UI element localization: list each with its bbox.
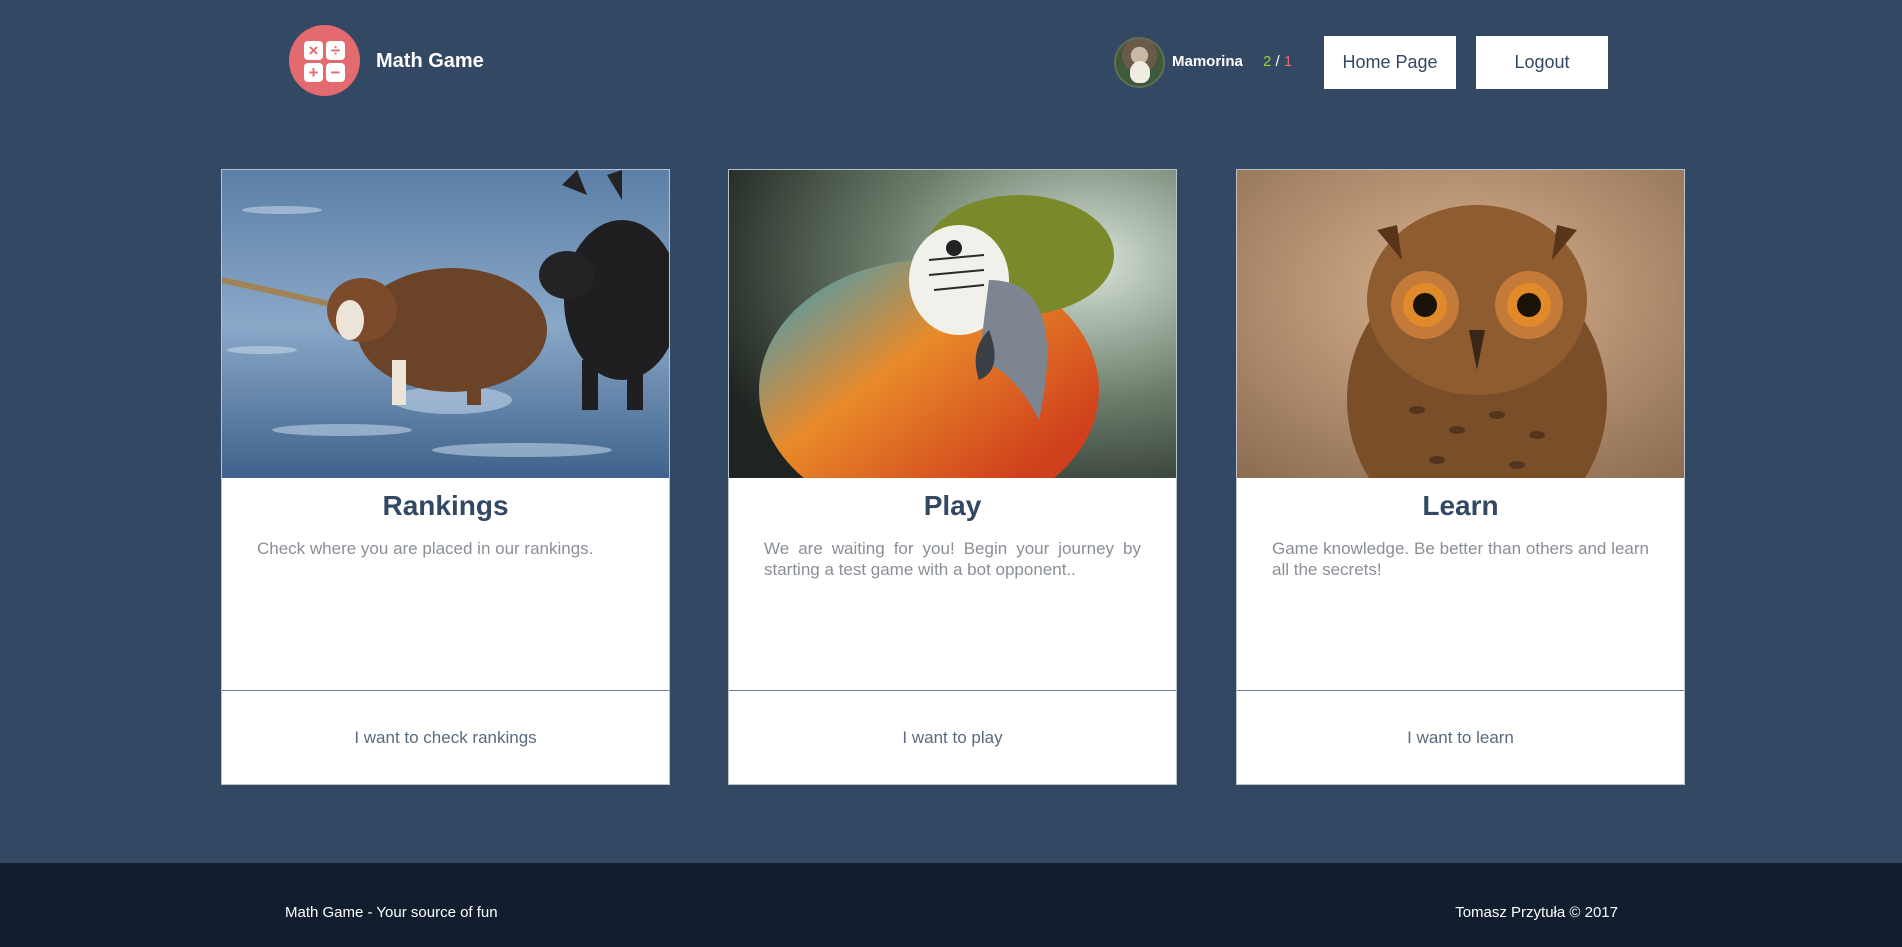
card-play: Play We are waiting for you! Begin your … bbox=[728, 169, 1177, 785]
header: × ÷ + − Math Game Mamorina 2 / 1 Home Pa… bbox=[0, 0, 1902, 126]
footer: Math Game - Your source of fun Tomasz Pr… bbox=[0, 863, 1902, 947]
avatar[interactable] bbox=[1114, 37, 1165, 88]
macaw-parrot-image bbox=[729, 170, 1176, 478]
footer-copyright: Tomasz Przytuła © 2017 bbox=[1455, 904, 1618, 921]
card-title: Play bbox=[923, 490, 982, 521]
card-rankings: Rankings Check where you are placed in o… bbox=[221, 169, 670, 785]
plus-icon: + bbox=[304, 63, 323, 82]
calculator-logo-icon[interactable]: × ÷ + − bbox=[289, 25, 360, 96]
username: Mamorina bbox=[1172, 53, 1243, 70]
app-title[interactable]: Math Game bbox=[376, 50, 484, 73]
learn-link[interactable]: I want to learn bbox=[1237, 691, 1684, 784]
logo-grid: × ÷ + − bbox=[304, 41, 345, 82]
card-title: Rankings bbox=[382, 490, 509, 521]
footer-tagline: Math Game - Your source of fun bbox=[285, 904, 498, 921]
home-page-button[interactable]: Home Page bbox=[1324, 36, 1456, 89]
owl-image bbox=[1237, 170, 1684, 478]
card-title: Learn bbox=[1422, 490, 1499, 521]
logout-button[interactable]: Logout bbox=[1476, 36, 1608, 89]
score-separator: / bbox=[1275, 53, 1280, 70]
card-learn: Learn Game knowledge. Be better than oth… bbox=[1236, 169, 1685, 785]
score: 2 / 1 bbox=[1263, 53, 1292, 70]
card-description: We are waiting for you! Begin your journ… bbox=[764, 539, 1141, 579]
dogs-in-water-image bbox=[222, 170, 669, 478]
divide-icon: ÷ bbox=[326, 41, 345, 60]
score-lost: 1 bbox=[1283, 53, 1293, 70]
multiply-icon: × bbox=[304, 41, 323, 60]
minus-icon: − bbox=[326, 63, 345, 82]
avatar-animal-image bbox=[1130, 61, 1150, 83]
card-description: Check where you are placed in our rankin… bbox=[257, 539, 594, 558]
card-description: Game knowledge. Be better than others an… bbox=[1272, 539, 1649, 579]
play-link[interactable]: I want to play bbox=[729, 691, 1176, 784]
check-rankings-link[interactable]: I want to check rankings bbox=[222, 691, 669, 784]
score-won: 2 bbox=[1263, 53, 1272, 70]
